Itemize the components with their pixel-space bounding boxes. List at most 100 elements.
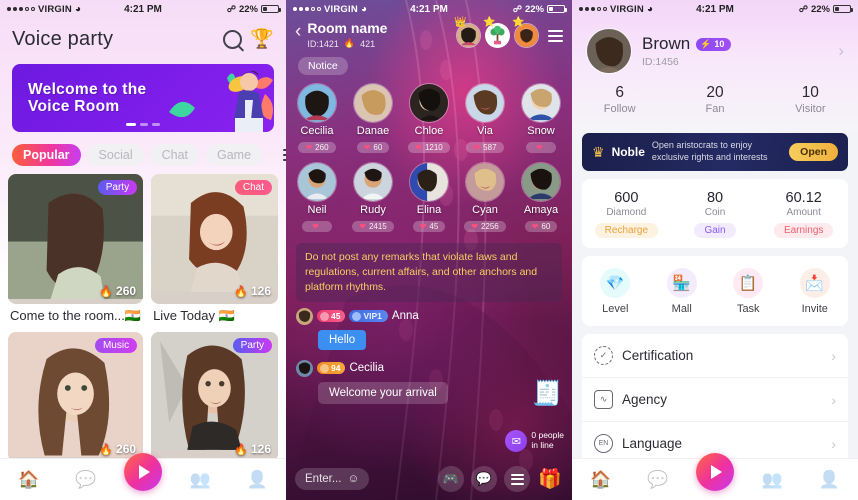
status-bar: VIRGIN ◕ 4:21 PM ☍ 22%: [286, 0, 572, 18]
quick-level[interactable]: 💎 Level: [582, 268, 649, 315]
gift-icon[interactable]: 🎁: [537, 466, 563, 492]
recharge-button[interactable]: Recharge: [594, 223, 659, 238]
quick-label: Invite: [801, 303, 828, 315]
wallet-amount[interactable]: 60.12 Amount Earnings: [759, 190, 848, 238]
host-avatar[interactable]: 👑: [454, 17, 481, 48]
seat-name: Cecilia: [300, 125, 334, 138]
nav-message[interactable]: 💬: [636, 470, 680, 490]
chevron-right-icon[interactable]: ›: [838, 41, 844, 61]
room-card[interactable]: Party 🔥 126: [151, 332, 278, 466]
nav-home[interactable]: 🏠: [579, 470, 623, 490]
quick-task[interactable]: 📋 Task: [715, 268, 782, 315]
seat[interactable]: Via ❤ 587: [460, 83, 510, 155]
vip-value: VIP1: [363, 311, 382, 322]
row-certification[interactable]: ✓ Certification ›: [582, 334, 848, 378]
nav-group[interactable]: 👥: [178, 470, 222, 490]
nav-profile[interactable]: 👤: [807, 470, 851, 490]
live-play-icon[interactable]: [695, 452, 734, 491]
room-card[interactable]: Party 🔥 260 Come to the room...🇮🇳: [8, 174, 144, 324]
chat-username: Anna: [391, 310, 419, 323]
seat[interactable]: Cecilia ❤ 260: [292, 83, 342, 155]
seat-avatar: [297, 162, 337, 203]
tab-social[interactable]: Social: [87, 144, 144, 166]
nav-profile[interactable]: 👤: [235, 470, 279, 490]
promo-banner[interactable]: Welcome to the Voice Room: [12, 64, 274, 132]
fire-icon: 🔥: [99, 285, 114, 298]
seat[interactable]: Amaya ❤ 60: [516, 162, 566, 234]
quick-invite[interactable]: 📩 Invite: [782, 268, 849, 315]
wallet-coin[interactable]: 80 Coin Gain: [671, 190, 760, 238]
treasure-chest-icon[interactable]: 🧾: [532, 379, 562, 408]
avatar[interactable]: [586, 28, 632, 74]
search-icon[interactable]: [223, 29, 243, 49]
avatar-art: [466, 84, 504, 123]
seat[interactable]: Rudy ❤ 2415: [348, 162, 398, 234]
seat[interactable]: Elina ❤ 45: [404, 162, 454, 234]
seat[interactable]: Snow ❤: [516, 83, 566, 155]
page-title: Voice party: [12, 27, 114, 50]
profile-user-info: Brown ⚡ 10 ID:1456: [642, 34, 732, 68]
in-line-queue[interactable]: ✉ 0 people in line: [505, 430, 564, 452]
seat[interactable]: Cyan ❤ 2256: [460, 162, 510, 234]
nav-live-center[interactable]: [693, 452, 737, 491]
stat-fan[interactable]: 20 Fan: [667, 84, 762, 115]
seat-name: Rudy: [360, 204, 386, 217]
row-agency[interactable]: ∿ Agency ›: [582, 378, 848, 422]
tab-chat[interactable]: Chat: [150, 144, 199, 166]
chat-avatar[interactable]: [296, 307, 313, 325]
seat[interactable]: Neil ❤: [292, 162, 342, 234]
seat[interactable]: Danae ❤ 60: [348, 83, 398, 155]
status-bar: VIRGIN ◕ 4:21 PM ☍ 22%: [572, 0, 858, 18]
gain-button[interactable]: Gain: [694, 223, 736, 238]
banner-line-2: Voice Room: [28, 98, 120, 115]
chat-message: 45 VIP1 Anna Hello: [286, 302, 572, 350]
certification-badge-icon: ✓: [594, 346, 613, 365]
crown-icon: 👑: [454, 17, 467, 28]
seat-avatar: [353, 83, 393, 124]
nav-live-center[interactable]: [121, 452, 165, 491]
chat-bubble-icon[interactable]: 💬: [471, 466, 497, 492]
seat-avatar: [409, 83, 449, 124]
screen-voice-room: VIRGIN ◕ 4:21 PM ☍ 22% ‹ Room name ID:14…: [286, 0, 572, 500]
notice-pill-button[interactable]: Notice: [298, 57, 348, 76]
stat-visitor[interactable]: 10 Visitor: [763, 84, 858, 115]
list-menu-icon[interactable]: [504, 466, 530, 492]
chat-avatar[interactable]: [296, 359, 313, 377]
guest-avatar[interactable]: ⭐: [512, 17, 539, 48]
nav-message[interactable]: 💬: [64, 470, 108, 490]
noble-banner[interactable]: ♛ Noble Open aristocrats to enjoy exclus…: [582, 133, 848, 171]
room-name: Room name: [307, 20, 388, 36]
inbox-icon: ✉: [505, 430, 528, 452]
back-chevron-icon[interactable]: ‹: [295, 22, 301, 41]
noble-open-button[interactable]: Open: [789, 143, 838, 161]
quick-label: Level: [602, 303, 629, 315]
hamburger-icon[interactable]: [548, 29, 563, 42]
earnings-button[interactable]: Earnings: [773, 223, 834, 238]
tab-popular[interactable]: Popular: [12, 144, 81, 166]
seat[interactable]: Chloe ❤ 1210: [404, 83, 454, 155]
emoji-icon[interactable]: ☺: [347, 473, 359, 485]
chat-bubble: Welcome your arrival: [318, 381, 448, 404]
room-card[interactable]: Music 🔥 260: [8, 332, 144, 466]
bluetooth-icon: ☍: [512, 3, 522, 14]
live-play-icon[interactable]: [123, 452, 162, 491]
profile-user-row[interactable]: Brown ⚡ 10 ID:1456 ›: [572, 18, 858, 82]
tab-game[interactable]: Game: [206, 144, 263, 166]
quick-mall[interactable]: 🏪 Mall: [649, 268, 716, 315]
room-id: ID:1421: [307, 38, 339, 49]
game-icon[interactable]: 🎮: [438, 466, 464, 492]
trophy-icon[interactable]: 🏆: [250, 30, 274, 49]
nav-group[interactable]: 👥: [750, 470, 794, 490]
seat-avatar: [465, 83, 505, 124]
stat-label: Visitor: [795, 103, 826, 115]
seat-row: Neil ❤ Rudy ❤ 2415 Elina ❤ 45 Cyan ❤ 2256: [292, 162, 566, 234]
room-card[interactable]: Chat 🔥 126 Live Today 🇮🇳: [151, 174, 278, 324]
wallet-label: Coin: [704, 207, 726, 218]
seat-name: Neil: [307, 204, 327, 217]
level-value: 10: [714, 39, 725, 49]
message-input[interactable]: Enter... ☺: [295, 468, 370, 490]
stat-follow[interactable]: 6 Follow: [572, 84, 667, 115]
wallet-diamond[interactable]: 600 Diamond Recharge: [582, 190, 671, 238]
nav-home[interactable]: 🏠: [7, 470, 51, 490]
gift-tree-avatar[interactable]: ⭐: [483, 17, 510, 48]
